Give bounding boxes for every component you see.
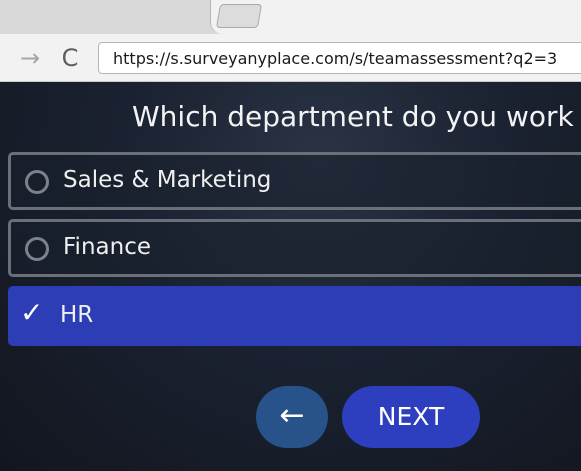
arrow-left-icon: ← [279, 398, 305, 433]
url-text: https://s.surveyanyplace.com/s/teamasses… [113, 49, 558, 68]
radio-icon [25, 170, 49, 194]
address-bar[interactable]: https://s.surveyanyplace.com/s/teamasses… [98, 42, 581, 74]
new-tab-icon[interactable] [215, 4, 263, 28]
forward-icon[interactable]: → [16, 44, 44, 72]
reload-icon[interactable]: C [56, 44, 84, 72]
option-label: HR [60, 302, 94, 328]
option-sales-marketing[interactable]: Sales & Marketing [8, 152, 581, 210]
back-button[interactable]: ← [256, 386, 328, 448]
survey-page: Which department do you work in? Sales &… [0, 82, 581, 471]
option-finance[interactable]: Finance [8, 219, 581, 277]
browser-tab[interactable] [210, 0, 581, 34]
option-label: Sales & Marketing [63, 167, 272, 193]
option-hr[interactable]: ✓ HR [8, 286, 581, 346]
next-button[interactable]: NEXT [342, 386, 480, 448]
radio-icon [25, 237, 49, 261]
option-label: Finance [63, 234, 151, 260]
question-title: Which department do you work in? [132, 100, 581, 133]
checkmark-icon: ✓ [20, 296, 44, 329]
